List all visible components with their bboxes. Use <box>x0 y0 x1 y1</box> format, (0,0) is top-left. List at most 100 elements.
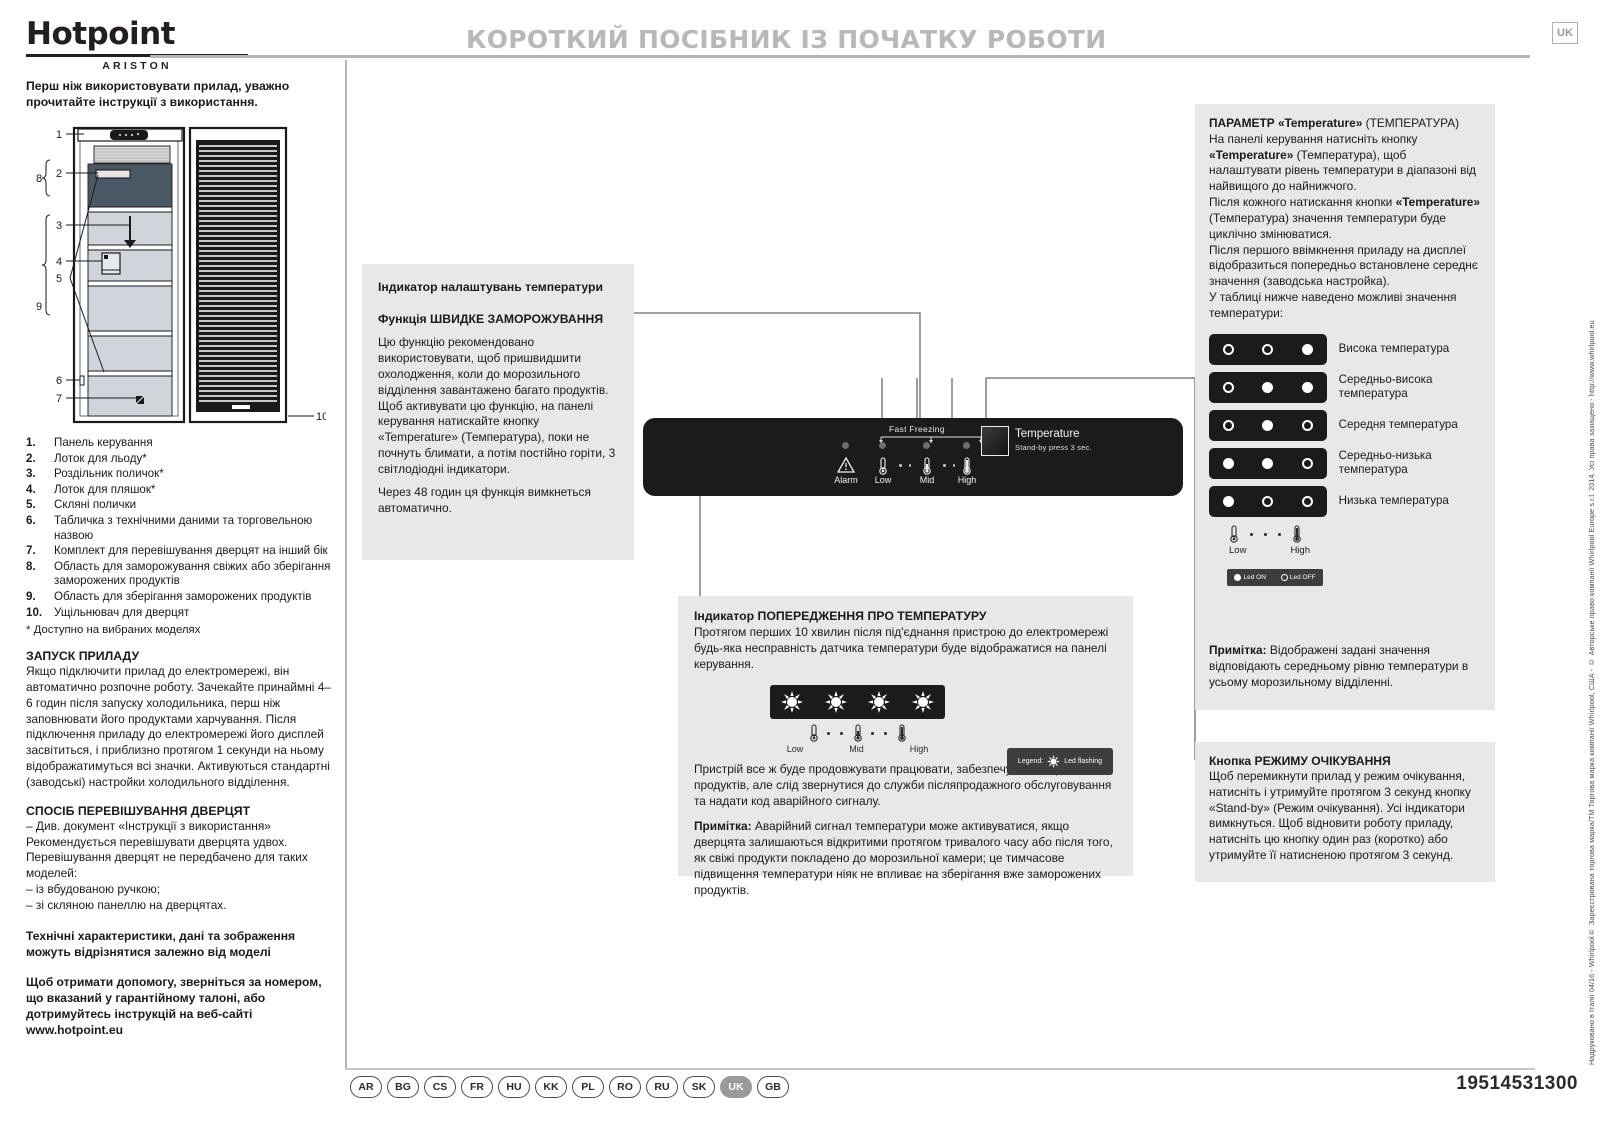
lang-pill-cs[interactable]: CS <box>424 1076 456 1098</box>
table-row: Висока температура <box>1209 333 1481 365</box>
warning-note-label: Примітка: <box>694 818 752 833</box>
appliance-diagram: 1 2 3 4 5 6 7 8 9 10 <box>26 120 326 430</box>
led-1 <box>1223 457 1235 469</box>
list-item: 4. Лоток для пляшок* <box>26 483 331 498</box>
temp-setting-title: Індикатор налаштувань температури <box>378 280 603 294</box>
page-title: КОРОТКИЙ ПОСІБНИК ІЗ ПОЧАТКУ РОБОТИ <box>466 25 1107 54</box>
p2-a: Після кожного натискання кнопки <box>1209 195 1396 210</box>
lang-pill-pl[interactable]: PL <box>572 1076 604 1098</box>
high-caption: High <box>957 475 977 485</box>
dot <box>870 731 874 735</box>
warn-low-label: Low <box>786 743 804 754</box>
list-item: 1. Панель керування <box>26 436 331 451</box>
intro-text: Перш ніж використовувати прилад, уважно … <box>26 79 290 110</box>
dot <box>943 464 946 467</box>
door-reversal-heading: СПОСІБ ПЕРЕВІШУВАННЯ ДВЕРЦЯТ <box>26 803 251 818</box>
part-number: 1. <box>26 436 36 449</box>
standby-box: Кнопка РЕЖИМУ ОЧІКУВАННЯ Щоб перемикнути… <box>1195 742 1495 882</box>
warn-mid-label: Mid <box>849 743 864 754</box>
part-label: Табличка з технічними даними та торговел… <box>54 513 313 542</box>
high-led <box>963 442 970 449</box>
left-column: 1 2 3 4 5 6 7 8 9 10 1. Панель керування … <box>26 120 331 1038</box>
temperature-setting-box: Індикатор налаштувань температури Функці… <box>362 264 634 560</box>
p2-c: (Температура) значення температури буде … <box>1209 210 1447 241</box>
temp-level-label: Середня температура <box>1338 417 1458 431</box>
part-number: 6. <box>26 513 36 527</box>
led-legend: Led ON Led OFF <box>1227 568 1323 586</box>
led-flashing-icon <box>1047 755 1061 768</box>
fast-freeze-subtitle: Функція ШВИДКЕ ЗАМОРОЖУВАННЯ <box>378 311 604 326</box>
lang-pill-ru[interactable]: RU <box>646 1076 678 1098</box>
brand-logo: Hotpoint ARISTON <box>26 16 256 72</box>
svg-text:1: 1 <box>56 129 62 141</box>
lang-pill-uk[interactable]: UK <box>720 1076 752 1098</box>
temperature-parameter-box: ПАРАМЕТР «Temperature» (ТЕМПЕРАТУРА) На … <box>1195 104 1495 708</box>
svg-text:5: 5 <box>56 273 62 285</box>
temperature-scale <box>1227 524 1481 544</box>
thermometer-low-icon <box>809 724 818 742</box>
language-badge: UK <box>1552 22 1578 44</box>
temp-param-p3: Після першого ввімкнення приладу на дисп… <box>1209 242 1478 289</box>
svg-text:3: 3 <box>56 220 62 232</box>
lang-pill-sk[interactable]: SK <box>683 1076 715 1098</box>
dot <box>1250 532 1253 536</box>
parts-list: 1. Панель керування 2. Лоток для льоду* 3.… <box>26 436 331 620</box>
dot <box>899 464 902 467</box>
note-label: Примітка: <box>1209 643 1267 657</box>
note-box: Примітка: Відображені задані значення ві… <box>1195 632 1495 710</box>
lang-pill-hu[interactable]: HU <box>498 1076 530 1098</box>
startup-heading: ЗАПУСК ПРИЛАДУ <box>26 649 140 664</box>
standby-heading: Кнопка РЕЖИМУ ОЧІКУВАННЯ <box>1209 754 1391 768</box>
scale-high-label: High <box>1290 544 1310 556</box>
svg-text:9: 9 <box>36 301 42 313</box>
part-label: Ущільнювач для дверцят <box>54 605 190 619</box>
temp-param-p2: Після кожного натискання кнопки «Tempera… <box>1209 195 1481 242</box>
disclaimer-text: Технічні характеристики, дані та зображе… <box>26 928 296 959</box>
table-row: Середня температура <box>1209 409 1481 441</box>
led-panel <box>1209 409 1327 441</box>
lang-pill-bg[interactable]: BG <box>387 1076 419 1098</box>
legend-label: Legend: <box>1017 758 1044 765</box>
dots-low-mid <box>899 464 911 467</box>
lang-pill-ro[interactable]: RO <box>609 1076 641 1098</box>
thermometer-mid-icon <box>853 724 862 742</box>
lang-pill-ar[interactable]: AR <box>350 1076 382 1098</box>
brand-name: Hotpoint <box>26 16 176 52</box>
led-panel <box>1209 447 1327 479</box>
temp-level-label: Низька температура <box>1338 493 1449 507</box>
list-item: 6. Табличка з технічними даними та торгов… <box>26 514 331 543</box>
svg-text:10: 10 <box>316 411 326 423</box>
part-label: Комплект для перевішування дверцят на ін… <box>54 544 328 558</box>
lang-pill-fr[interactable]: FR <box>461 1076 493 1098</box>
flashing-led-panel <box>770 684 945 719</box>
svg-text:6: 6 <box>56 375 62 387</box>
led-on-dot-icon <box>1234 573 1242 581</box>
document-number: 19514531300 <box>1456 1073 1578 1094</box>
language-selector: AR BG CS FR HU KK PL RO RU SK UK GB <box>350 1076 789 1098</box>
part-label: Область для зберігання заморожених проду… <box>54 589 312 603</box>
lang-pill-gb[interactable]: GB <box>757 1076 789 1098</box>
led-on-label: Led ON <box>1243 573 1266 581</box>
led-2 <box>1262 343 1274 355</box>
fast-freeze-body2: Через 48 годин ця функція вимкнеться авт… <box>378 485 591 516</box>
thermometer-high-icon <box>897 724 906 742</box>
led-1 <box>1223 381 1235 393</box>
temperature-button[interactable] <box>981 426 1009 456</box>
led-panel <box>1209 333 1327 365</box>
low-caption: Low <box>874 475 892 485</box>
part-number: 10. <box>26 605 43 619</box>
standby-hint-label: Stand-by press 3 sec. <box>1015 443 1092 452</box>
warning-note-text: Аварійний сигнал температури може активу… <box>694 818 1113 897</box>
part-number: 2. <box>26 451 36 465</box>
dot <box>883 731 887 735</box>
part-label: Лоток для льоду* <box>54 451 147 465</box>
led-flashing-icon <box>780 690 803 713</box>
led-3 <box>1301 457 1313 469</box>
list-item: 2. Лоток для льоду* <box>26 452 331 467</box>
part-label: Область для заморожування свіжих або збе… <box>54 559 331 588</box>
table-row: Середньо-висока температура <box>1209 371 1481 403</box>
table-row: Низька температура <box>1209 485 1481 517</box>
led-3 <box>1301 419 1313 431</box>
column-divider <box>345 60 347 1070</box>
lang-pill-kk[interactable]: KK <box>535 1076 567 1098</box>
